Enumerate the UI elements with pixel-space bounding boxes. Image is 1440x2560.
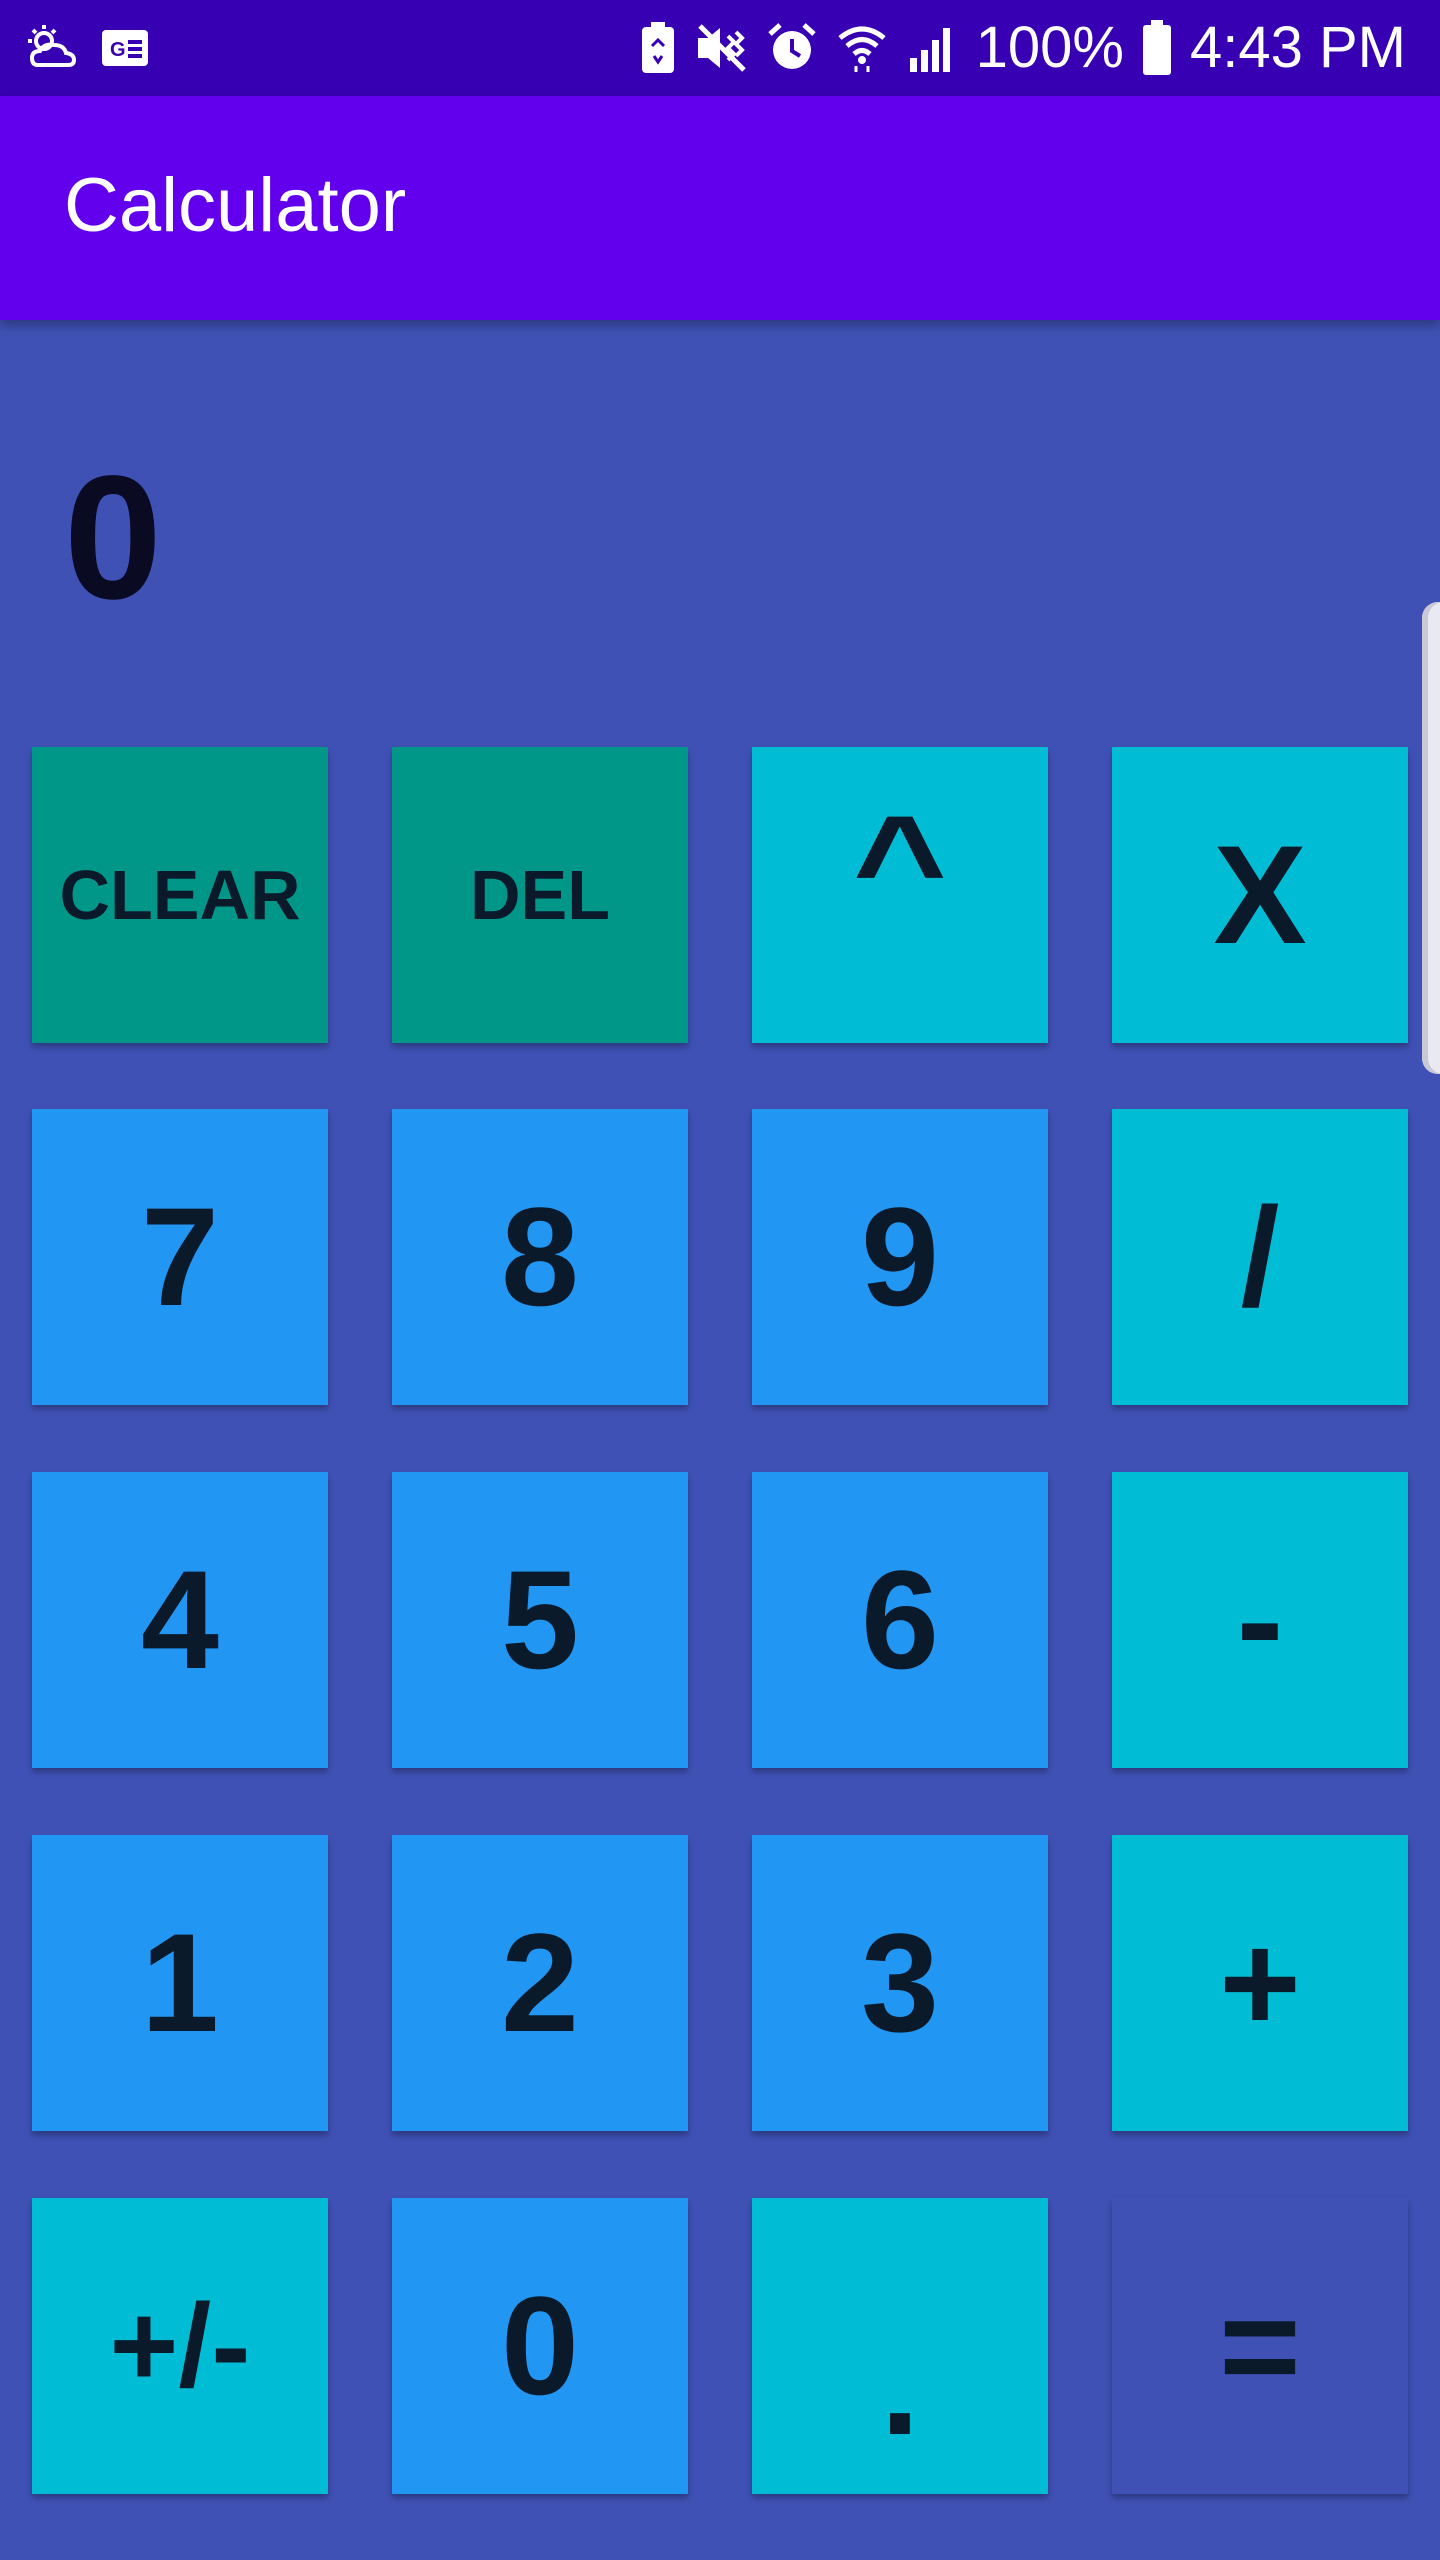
digit-8-button[interactable]: 8 [392,1109,688,1405]
svg-text:G: G [110,39,126,61]
multiply-button[interactable]: X [1112,747,1408,1043]
battery-percent: 100% [975,15,1124,80]
digit-4-button[interactable]: 4 [32,1472,328,1768]
edge-panel-handle[interactable] [1422,602,1440,1074]
delete-button[interactable]: DEL [392,747,688,1043]
sign-toggle-button[interactable]: +/- [32,2198,328,2494]
digit-3-label: 3 [861,1904,939,2061]
digit-5-label: 5 [501,1541,579,1698]
app-bar: Calculator [0,96,1440,320]
status-left-icons: G [24,20,150,76]
divide-button[interactable]: / [1112,1109,1408,1405]
power-button-label: ^ [852,786,948,943]
status-right-icons: 100% 4:43 PM [640,14,1406,82]
signal-icon [906,22,958,74]
equals-button-label: = [1219,2267,1301,2424]
status-bar: G 100% 4:43 PM [0,0,1440,96]
delete-button-label: DEL [470,856,610,934]
divide-button-label: / [1240,1178,1280,1335]
digit-2-button[interactable]: 2 [392,1835,688,2131]
plus-button-label: + [1219,1904,1301,2061]
equals-button[interactable]: = [1112,2198,1408,2494]
digit-7-label: 7 [141,1178,219,1335]
clear-button-label: CLEAR [59,856,301,934]
digit-9-label: 9 [861,1178,939,1335]
multiply-button-label: X [1213,816,1307,973]
app-title: Calculator [64,163,407,248]
plus-button[interactable]: + [1112,1835,1408,2131]
decimal-button[interactable]: . [752,2198,1048,2494]
digit-0-button[interactable]: 0 [392,2198,688,2494]
digit-1-label: 1 [141,1904,219,2061]
digit-7-button[interactable]: 7 [32,1109,328,1405]
decimal-button-label: . [880,2307,920,2464]
battery-icon [1142,20,1172,76]
clear-button[interactable]: CLEAR [32,747,328,1043]
news-icon: G [100,28,150,68]
digit-1-button[interactable]: 1 [32,1835,328,2131]
digit-5-button[interactable]: 5 [392,1472,688,1768]
mute-vibrate-icon [694,22,748,74]
sign-toggle-label: +/- [109,2280,251,2412]
digit-3-button[interactable]: 3 [752,1835,1048,2131]
clock-time: 4:43 PM [1190,15,1406,80]
minus-button-label: - [1236,1541,1284,1698]
digit-6-button[interactable]: 6 [752,1472,1048,1768]
digit-8-label: 8 [501,1178,579,1335]
power-button[interactable]: ^ [752,747,1048,1043]
calculator-display: 0 [64,440,162,636]
minus-button[interactable]: - [1112,1472,1408,1768]
weather-icon [24,23,78,73]
digit-2-label: 2 [501,1904,579,2061]
wifi-icon [836,22,888,74]
digit-4-label: 4 [141,1541,219,1698]
battery-saver-icon [640,22,676,74]
digit-0-label: 0 [501,2267,579,2424]
alarm-icon [766,22,818,74]
digit-9-button[interactable]: 9 [752,1109,1048,1405]
digit-6-label: 6 [861,1541,939,1698]
